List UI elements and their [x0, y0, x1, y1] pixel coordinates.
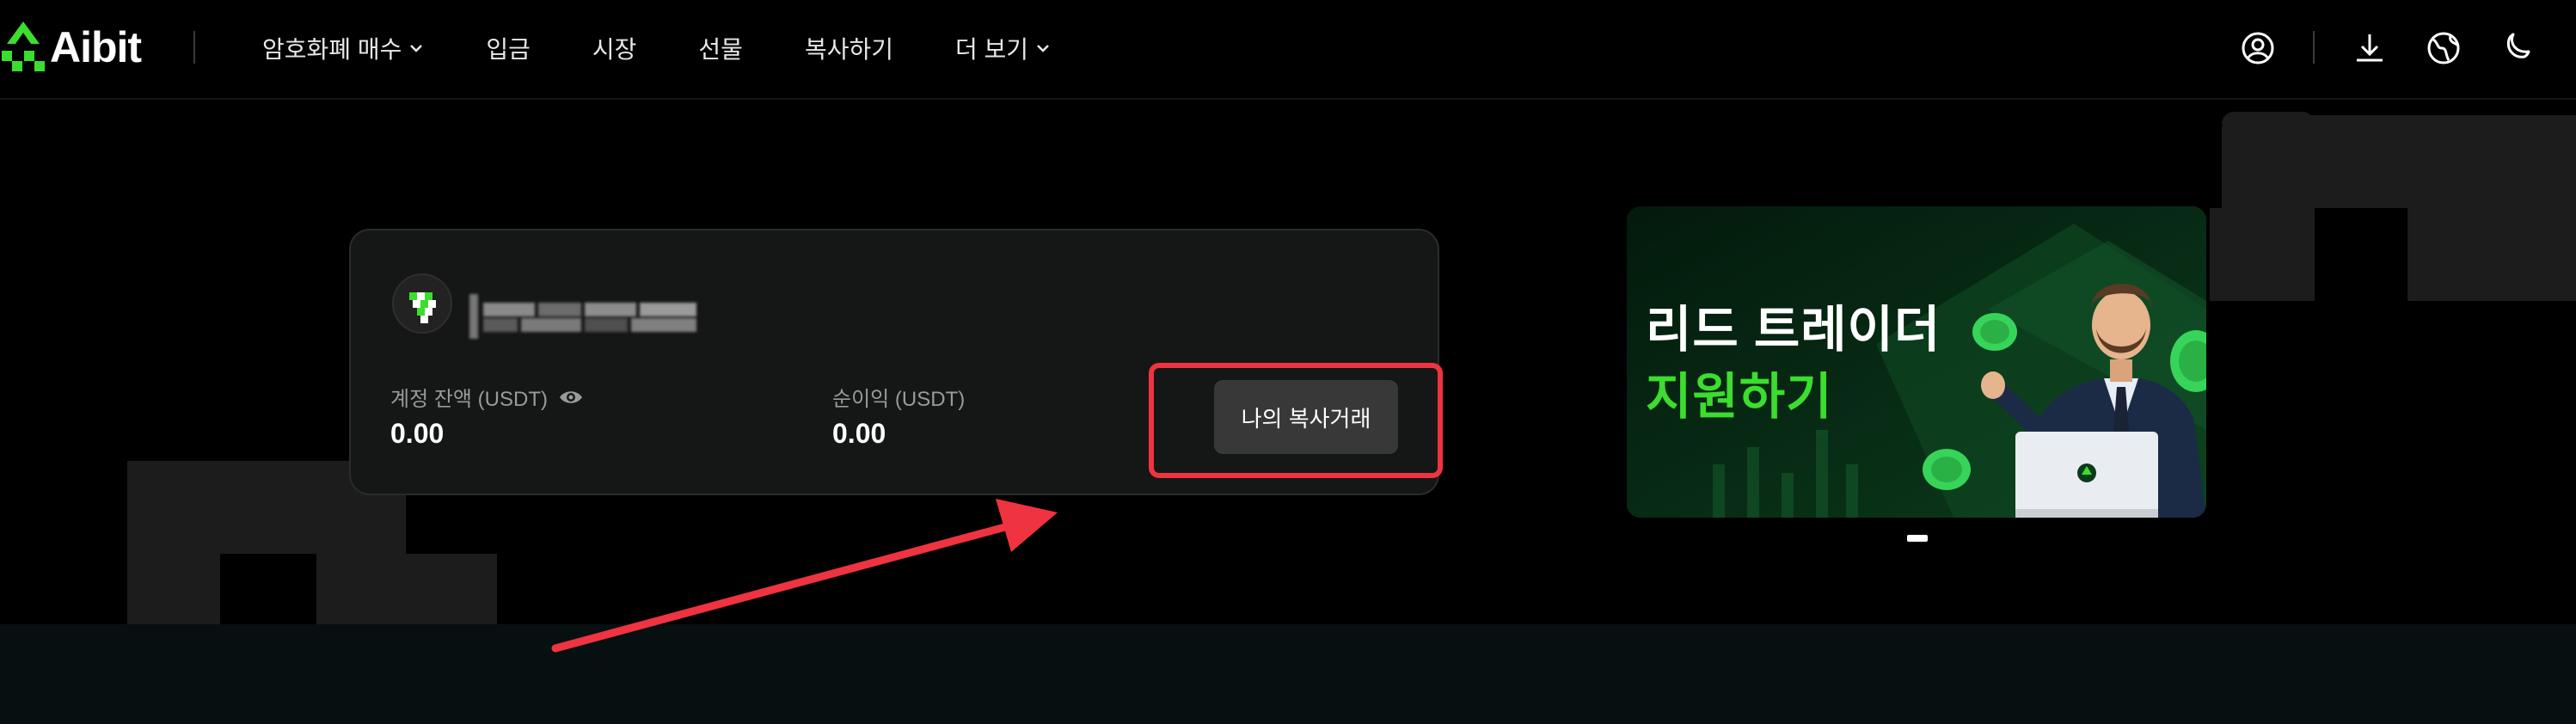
globe-icon[interactable]: [2425, 29, 2463, 67]
section-band: [0, 624, 2576, 724]
decorative-shape: [2222, 115, 2315, 208]
nav-divider: [193, 31, 195, 64]
masked-username: [469, 294, 696, 339]
moon-icon[interactable]: [2499, 29, 2536, 67]
menu-label: 암호화폐 매수: [262, 36, 402, 63]
main-menu: 암호화폐 매수 입금 시장 선물 복사하기 더 보기: [262, 24, 1113, 72]
menu-futures[interactable]: 선물: [698, 31, 743, 65]
balance-value: 0.00: [390, 418, 445, 449]
nav-divider: [2313, 31, 2315, 64]
decorative-shape: [127, 554, 220, 624]
decorative-shape: [2407, 208, 2576, 301]
brand-name: Aibit: [50, 23, 142, 71]
chevron-down-icon: [410, 45, 423, 52]
menu-label: 선물: [698, 36, 743, 63]
download-icon[interactable]: [2351, 29, 2389, 67]
chevron-down-icon: [1037, 45, 1049, 52]
lead-trader-banner[interactable]: 리드 트레이더 지원하기: [1627, 206, 2206, 518]
user-icon[interactable]: [2239, 29, 2277, 67]
menu-label: 시장: [592, 36, 637, 63]
profit-value: 0.00: [832, 418, 886, 449]
top-navigation: Aibit 암호화폐 매수 입금 시장 선물 복사하기 더 보기: [0, 0, 2576, 100]
aibit-logo-icon: [2, 21, 45, 71]
menu-label: 입금: [486, 36, 531, 63]
menu-label: 더 보기: [954, 36, 1029, 63]
eye-icon[interactable]: [558, 388, 584, 407]
carousel-indicator[interactable]: [1907, 535, 1928, 542]
decorative-shape: [2315, 115, 2576, 208]
decorative-shape: [2210, 208, 2315, 301]
decorative-shape: [2222, 112, 2315, 124]
decorative-shape: [127, 461, 220, 554]
brand-logo[interactable]: Aibit: [0, 19, 142, 76]
banner-subtitle: 지원하기: [1646, 369, 1833, 425]
profit-label: 순이익 (USDT): [832, 388, 966, 411]
balance-label-row: 계정 잔액 (USDT): [390, 382, 584, 412]
menu-deposit[interactable]: 입금: [486, 31, 531, 65]
menu-label: 복사하기: [804, 36, 893, 63]
balance-label: 계정 잔액 (USDT): [390, 388, 548, 411]
avatar-logo-icon: [409, 292, 436, 323]
menu-copy-trading[interactable]: 복사하기: [805, 31, 893, 65]
menu-more[interactable]: 더 보기: [955, 31, 1051, 65]
decorative-shape: [316, 554, 497, 624]
avatar: [392, 273, 452, 334]
banner-title: 리드 트레이더: [1646, 302, 1941, 358]
menu-buy-crypto[interactable]: 암호화폐 매수: [262, 31, 424, 65]
annotation-highlight-box: [1149, 363, 1443, 478]
menu-markets[interactable]: 시장: [592, 31, 637, 65]
